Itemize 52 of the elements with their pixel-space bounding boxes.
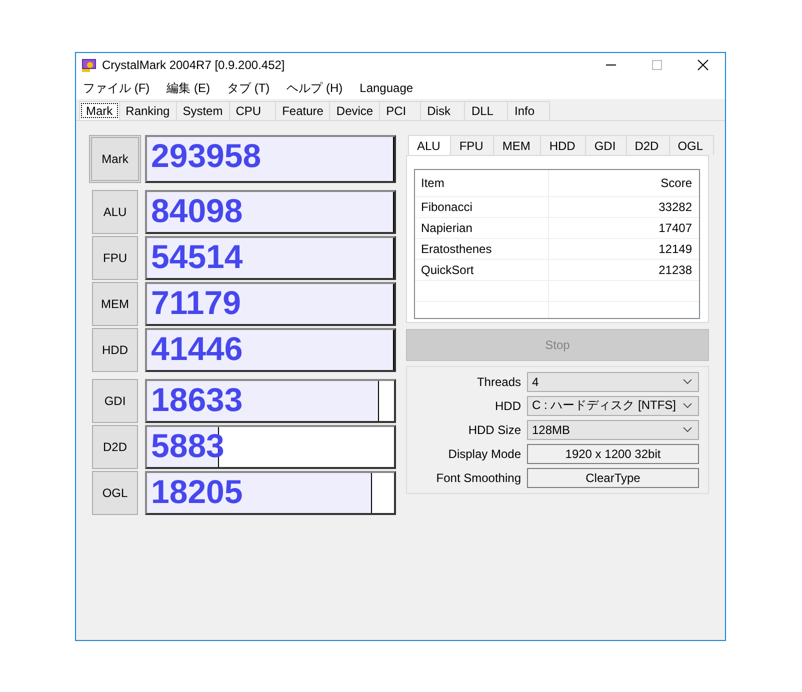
menu-item[interactable]: 編集 (E) (166, 80, 210, 96)
setting-label: HDD (494, 398, 521, 412)
tab[interactable]: ALU (408, 135, 452, 155)
setting-label: Display Mode (447, 446, 521, 460)
chevron-down-icon (683, 426, 692, 432)
benchmark-button[interactable]: MEM (92, 282, 138, 326)
chevron-down-icon (683, 378, 692, 384)
setting-label: Threads (476, 374, 521, 388)
menu-item[interactable]: ヘルプ (H) (286, 80, 343, 96)
setting-label: HDD Size (467, 422, 521, 436)
tab[interactable]: Ranking (118, 101, 177, 120)
close-icon[interactable] (697, 59, 709, 71)
dropdown[interactable]: 4 (527, 372, 699, 392)
score-value: 84098 (150, 192, 244, 230)
score-value: 293958 (150, 137, 262, 175)
benchmark-button[interactable]: OGL (92, 471, 138, 515)
score-value: 54514 (150, 238, 244, 276)
table-cell: QuickSort (415, 260, 549, 280)
score-value: 71179 (150, 284, 242, 322)
benchmark-button[interactable]: Mark (89, 135, 141, 183)
table-cell: Napierian (415, 218, 549, 238)
column-header[interactable]: Item (415, 170, 549, 196)
app-logo-icon (81, 57, 97, 73)
table-cell-text: 12149 (658, 241, 693, 258)
benchmark-button[interactable]: GDI (92, 379, 138, 423)
setting-label: Font Smoothing (435, 470, 521, 484)
menu-item[interactable]: タブ (T) (227, 80, 270, 96)
dropdown[interactable]: C : ハードディスク [NTFS] (527, 396, 699, 416)
menu-item[interactable]: Language (360, 81, 414, 95)
benchmark-button[interactable]: ALU (92, 190, 138, 234)
table-cell-text: 17407 (658, 220, 693, 237)
benchmark-button[interactable]: D2D (92, 425, 138, 469)
table-cell-text: 21238 (658, 262, 693, 279)
tab[interactable]: System (176, 101, 230, 120)
chevron-down-icon (683, 402, 692, 408)
table-cell: Eratosthenes (415, 239, 549, 259)
score-value: 18205 (150, 473, 244, 511)
tab[interactable]: OGL (668, 135, 714, 155)
tab[interactable]: Mark (79, 101, 120, 120)
tab[interactable]: Info (507, 101, 550, 120)
score-value: 41446 (150, 330, 244, 368)
readonly-field: ClearType (527, 468, 699, 488)
benchmark-button[interactable]: HDD (92, 328, 138, 372)
window-title: CrystalMark 2004R7 [0.9.200.452] (102, 58, 286, 72)
readonly-field: 1920 x 1200 32bit (527, 444, 699, 464)
benchmark-button[interactable]: FPU (92, 236, 138, 280)
dropdown[interactable]: 128MB (527, 420, 699, 440)
score-value: 18633 (150, 381, 244, 419)
table-cell-text: 33282 (658, 199, 693, 216)
menu-item[interactable]: ファイル (F) (83, 80, 150, 96)
column-header[interactable]: Score (549, 170, 699, 196)
table-cell: Fibonacci (415, 197, 549, 217)
